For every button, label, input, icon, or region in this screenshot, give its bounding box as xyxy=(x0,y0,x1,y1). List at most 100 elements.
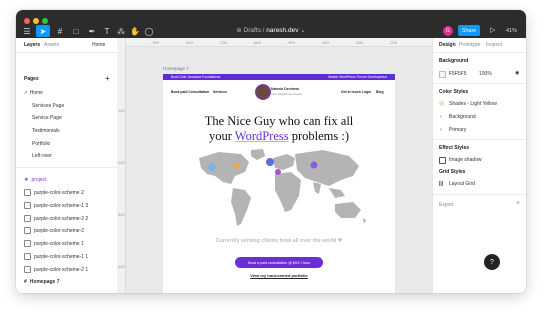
tab-prototype[interactable]: Prototype xyxy=(459,42,480,48)
image-icon xyxy=(24,253,31,260)
color-style-item[interactable]: Shades - Light Yellow xyxy=(449,101,497,107)
folder-name[interactable]: Drafts xyxy=(244,27,261,34)
color-style-group[interactable]: Background xyxy=(449,114,476,120)
document-name[interactable]: naresh.dev xyxy=(266,27,298,34)
image-icon xyxy=(24,202,31,209)
zoom-level[interactable]: 41% xyxy=(506,25,517,37)
tab-assets[interactable]: Assets xyxy=(44,42,59,48)
nav-link-login[interactable]: Login xyxy=(362,90,371,94)
move-icon[interactable]: ➤ xyxy=(36,25,50,37)
add-export-button[interactable]: + xyxy=(516,200,520,207)
grid-style-item[interactable]: Layout Grid xyxy=(449,181,475,187)
promo-left-link[interactable]: Book Gold Jamstack Foundations xyxy=(171,75,220,79)
map-africa xyxy=(275,172,301,212)
map-pin xyxy=(310,161,318,169)
layer-item[interactable]: purple-color-scheme-2 1 xyxy=(24,266,88,273)
layer-item[interactable]: purple-color-scheme-2 xyxy=(24,227,84,234)
map-asia xyxy=(295,150,359,186)
layer-item[interactable]: purple-color-scheme 1 xyxy=(24,240,84,247)
tab-design[interactable]: Design xyxy=(439,42,456,48)
portfolio-link[interactable]: View my hard-earned portfolio xyxy=(163,273,395,278)
ruler-label: -900 xyxy=(151,40,160,45)
export-title[interactable]: Export xyxy=(439,202,453,208)
ruler-label: -300 xyxy=(355,40,364,45)
map-nz xyxy=(363,218,366,224)
layer-label: Homepage 7 xyxy=(29,279,60,285)
layer-label: purple-color-scheme-1 3 xyxy=(34,202,89,209)
eye-icon[interactable]: ◉ xyxy=(515,70,519,76)
frame-icon[interactable]: # xyxy=(54,25,66,37)
image-icon xyxy=(24,227,31,234)
layer-item-project[interactable]: ❖ project xyxy=(24,177,47,183)
nav-link-services[interactable]: Services xyxy=(213,90,227,94)
hand-icon[interactable]: ✋ xyxy=(130,25,140,37)
layer-label: project xyxy=(31,177,47,183)
layer-label: purple-color-scheme-2 2 xyxy=(34,215,89,222)
page-label: Home xyxy=(29,90,43,96)
ruler-label: 300 xyxy=(118,212,125,217)
share-button[interactable]: Share xyxy=(458,25,480,36)
page-item-service[interactable]: Service Page xyxy=(32,115,62,121)
layer-label: purple-color-scheme-2 1 xyxy=(34,266,89,273)
page-item-testimonials[interactable]: Testimonials xyxy=(32,128,60,134)
book-consultation-button[interactable]: Book a paid consultation @ $XX / hour xyxy=(235,257,323,268)
effect-style-item[interactable]: Image shadow xyxy=(449,157,482,163)
add-page-button[interactable]: + xyxy=(105,74,110,83)
map-australia xyxy=(335,202,361,218)
layer-item-frame[interactable]: # Homepage 7 xyxy=(24,279,60,285)
main-menu-icon[interactable]: ☰ xyxy=(20,25,34,37)
ruler-label: 200 xyxy=(118,160,125,165)
canvas[interactable]: -900 -800 -700 -600 -500 -400 -300 -200 … xyxy=(117,38,432,293)
present-icon[interactable]: ▷ xyxy=(490,25,495,37)
page-item-home[interactable]: ✓ Home xyxy=(24,90,43,96)
page-item-services[interactable]: Services Page xyxy=(32,103,64,109)
chevron-right-icon[interactable]: › xyxy=(440,127,442,133)
background-hex[interactable]: F5F5F5 xyxy=(449,71,467,77)
pen-icon[interactable]: ✒ xyxy=(86,25,98,37)
map-north-america xyxy=(199,152,249,184)
component-icon: ❖ xyxy=(24,177,29,183)
layer-item[interactable]: purple-color-scheme-1 1 xyxy=(24,253,88,260)
promo-bar: Book Gold Jamstack Foundations Master Wo… xyxy=(163,74,395,80)
page-item-left-over[interactable]: Left-over xyxy=(32,153,52,159)
layer-item[interactable]: purple-color-scheme-2 2 xyxy=(24,215,88,222)
headline-line-1: The Nice Guy who can fix all xyxy=(204,114,354,128)
frame-label[interactable]: Homepage 7 xyxy=(163,66,189,71)
divider xyxy=(433,52,526,53)
divider xyxy=(433,83,526,84)
text-icon[interactable]: T xyxy=(102,25,112,37)
headline-text: your xyxy=(208,129,235,143)
toolbar: ☰ ➤ # □ ✒ T ⁂ ✋ ◯ ⊜ Drafts / naresh.dev … xyxy=(16,24,526,38)
background-opacity[interactable]: 100% xyxy=(479,71,492,77)
layer-item[interactable]: purple-color-scheme 2 xyxy=(24,189,84,196)
map-pin xyxy=(234,163,240,169)
chevron-right-icon[interactable]: › xyxy=(440,114,442,120)
chevron-down-icon[interactable]: ⌄ xyxy=(300,27,305,34)
background-swatch[interactable] xyxy=(439,71,446,78)
ruler-label: -200 xyxy=(389,40,398,45)
page-item-portfolio[interactable]: Portfolio xyxy=(32,141,50,147)
user-avatar[interactable]: G xyxy=(443,26,453,36)
help-button[interactable]: ? xyxy=(484,254,500,270)
promo-right-link[interactable]: Master WordPress Theme Development xyxy=(328,75,387,79)
nav-link-consultation[interactable]: Book paid Consultation xyxy=(171,90,209,94)
profile-subtitle: Your WordPress Expert xyxy=(271,92,303,96)
color-style-group[interactable]: Primary xyxy=(449,127,466,133)
layer-item[interactable]: purple-color-scheme-1 3 xyxy=(24,202,88,209)
headline-line-2: your WordPress problems :) xyxy=(163,129,395,144)
nav-link-contact[interactable]: Get in touch xyxy=(341,90,361,94)
tab-inspect[interactable]: Inspect xyxy=(486,42,502,48)
app-window: ☰ ➤ # □ ✒ T ⁂ ✋ ◯ ⊜ Drafts / naresh.dev … xyxy=(16,10,526,293)
drafts-icon: ⊜ xyxy=(236,27,244,34)
nav-link-blog[interactable]: Blog xyxy=(376,90,384,94)
current-page-selector[interactable]: Home xyxy=(92,42,105,48)
headline-text: problems :) xyxy=(288,129,350,143)
shape-icon[interactable]: □ xyxy=(70,25,82,37)
map-se-asia xyxy=(329,188,345,198)
resources-icon[interactable]: ⁂ xyxy=(116,25,126,37)
homepage-frame[interactable]: Book Gold Jamstack Foundations Master Wo… xyxy=(163,74,395,293)
tab-layers[interactable]: Layers xyxy=(24,42,40,48)
left-panel-tabs: Layers Assets Home xyxy=(16,38,117,53)
comment-icon[interactable]: ◯ xyxy=(144,25,154,37)
effect-icon xyxy=(439,157,446,164)
